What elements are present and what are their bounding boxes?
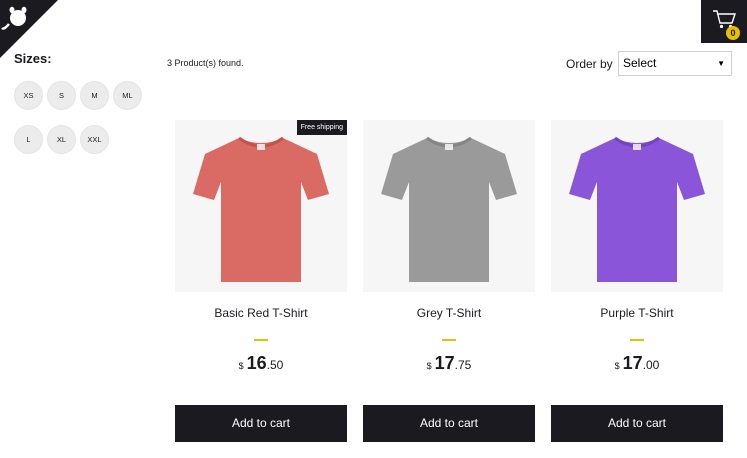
tshirt-image <box>193 136 329 282</box>
size-option-l[interactable]: L <box>14 125 43 154</box>
title-divider <box>442 339 456 341</box>
product-thumbnail[interactable] <box>551 120 723 292</box>
size-option-xxl[interactable]: XXL <box>80 125 109 154</box>
product-thumbnail[interactable] <box>363 120 535 292</box>
size-option-xs[interactable]: XS <box>14 81 43 110</box>
products-found-count: 3 Product(s) found. <box>167 58 244 68</box>
size-option-ml[interactable]: ML <box>113 81 142 110</box>
size-filter-list: XS S M ML L XL XXL <box>14 81 146 154</box>
product-card[interactable]: Free shipping Basic Red T-Shirt $16.50 A… <box>175 120 347 442</box>
order-by-select[interactable]: Select ▼ <box>618 51 732 76</box>
product-price: $17.75 <box>363 353 535 374</box>
product-price: $16.50 <box>175 353 347 374</box>
product-thumbnail[interactable]: Free shipping <box>175 120 347 292</box>
product-grid: Free shipping Basic Red T-Shirt $16.50 A… <box>175 120 723 442</box>
free-shipping-badge: Free shipping <box>296 120 347 135</box>
product-price: $17.00 <box>551 353 723 374</box>
price-currency: $ <box>614 361 620 371</box>
product-title: Basic Red T-Shirt <box>214 306 308 320</box>
title-divider <box>630 339 644 341</box>
size-option-xl[interactable]: XL <box>47 125 76 154</box>
size-option-s[interactable]: S <box>47 81 76 110</box>
price-currency: $ <box>426 361 432 371</box>
cart-button[interactable]: 0 <box>701 0 747 43</box>
price-decimal: .00 <box>642 358 660 372</box>
order-by-selected-value: Select <box>623 56 657 70</box>
add-to-cart-button[interactable]: Add to cart <box>551 405 723 442</box>
github-corner[interactable] <box>0 0 58 58</box>
price-decimal: .50 <box>266 358 284 372</box>
product-card[interactable]: Purple T-Shirt $17.00 Add to cart <box>551 120 723 442</box>
dropdown-arrow-icon: ▼ <box>717 59 725 68</box>
title-divider <box>254 339 268 341</box>
price-decimal: .75 <box>454 358 472 372</box>
add-to-cart-button[interactable]: Add to cart <box>363 405 535 442</box>
github-logo-icon <box>0 0 58 58</box>
cart-count-badge: 0 <box>726 26 740 40</box>
add-to-cart-button[interactable]: Add to cart <box>175 405 347 442</box>
price-integer: 17 <box>622 353 643 373</box>
tshirt-image <box>569 136 705 282</box>
order-by-label: Order by <box>566 57 613 71</box>
tshirt-image <box>381 136 517 282</box>
price-currency: $ <box>238 361 244 371</box>
product-title: Grey T-Shirt <box>416 306 482 320</box>
price-integer: 16 <box>246 353 267 373</box>
product-card[interactable]: Grey T-Shirt $17.75 Add to cart <box>363 120 535 442</box>
size-option-m[interactable]: M <box>80 81 109 110</box>
product-title: Purple T-Shirt <box>600 306 674 320</box>
sizes-filter-title: Sizes: <box>14 51 52 66</box>
price-integer: 17 <box>434 353 455 373</box>
